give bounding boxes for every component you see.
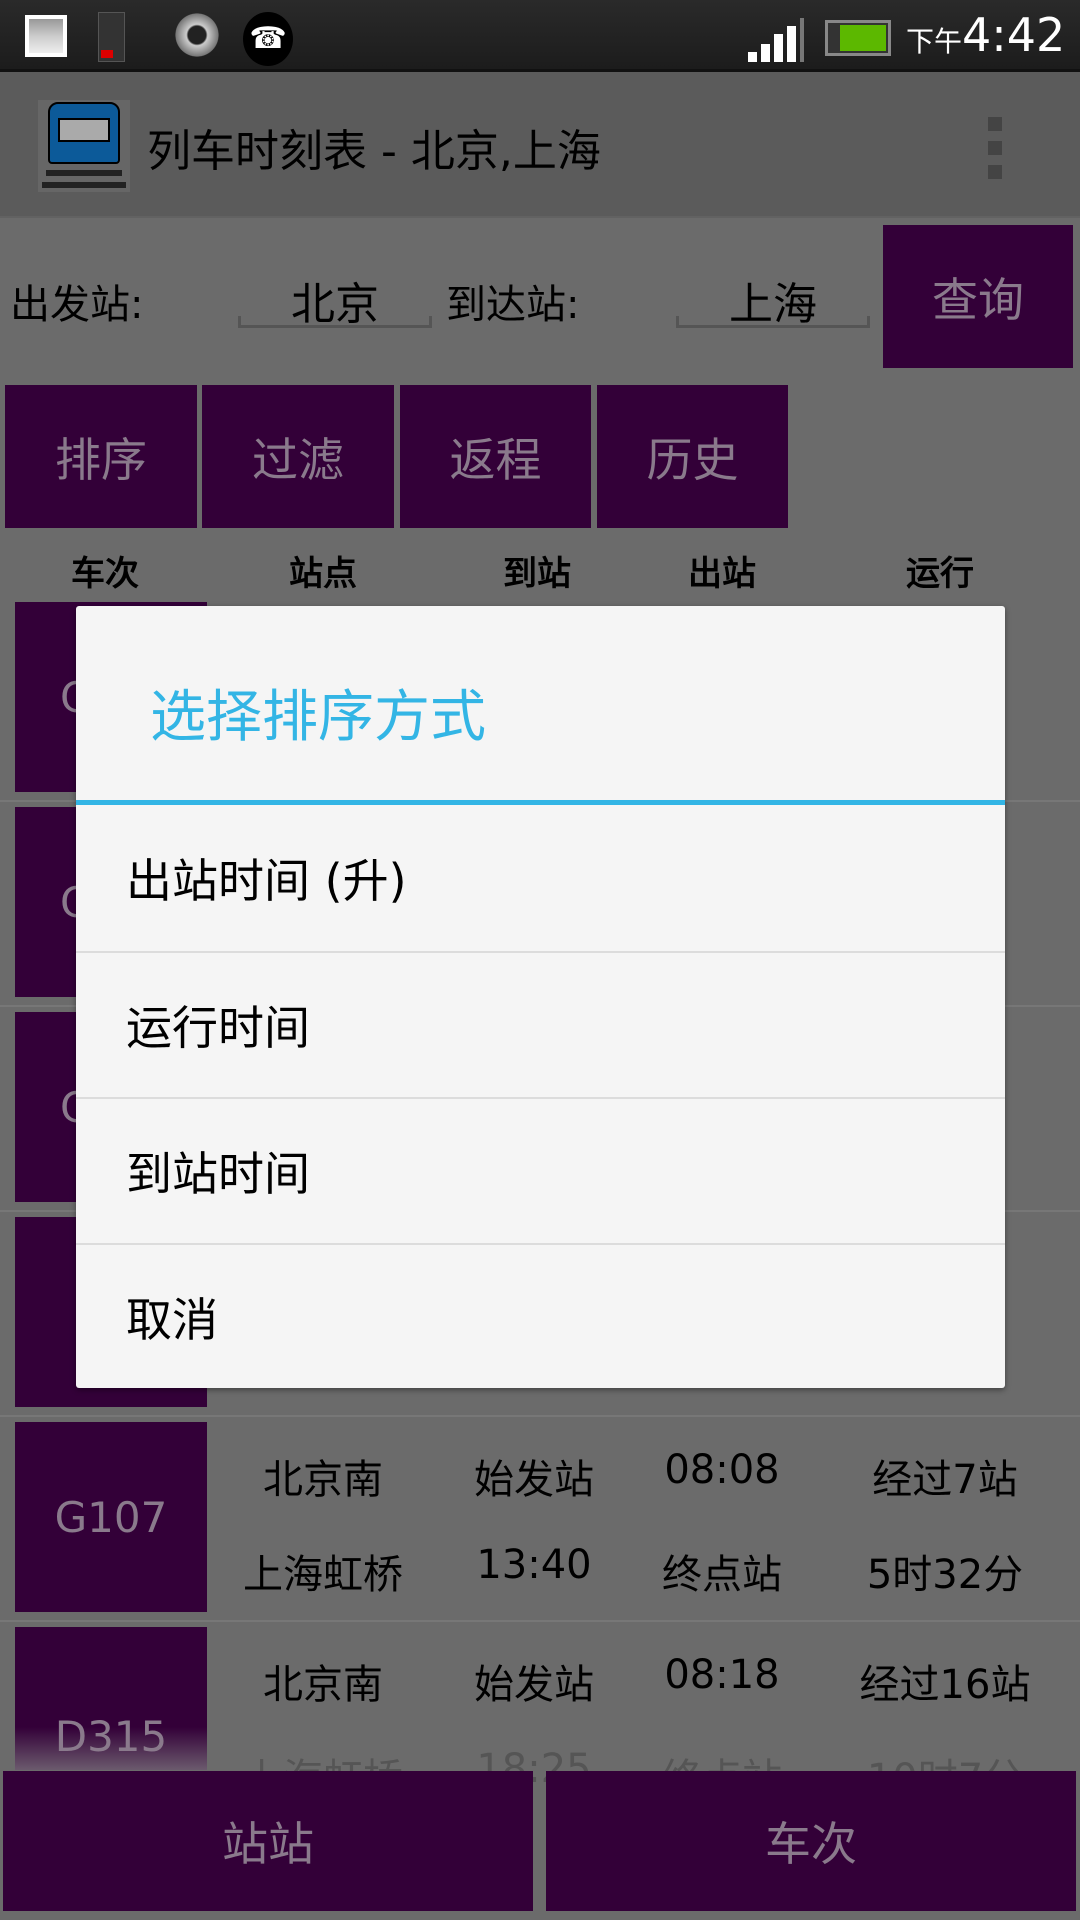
query-button[interactable]: 查询 xyxy=(883,225,1073,368)
tab-train-number[interactable]: 车次 xyxy=(546,1771,1076,1911)
run-time: 5时32分 xyxy=(866,1552,1024,1598)
from-station-input[interactable]: 北京 xyxy=(238,268,432,330)
arrive-time: 始发站 xyxy=(474,1662,594,1708)
row-divider xyxy=(0,1620,1080,1622)
sort-dialog: 选择排序方式 出站时间 (升) 运行时间 到站时间 取消 xyxy=(76,606,1005,1388)
station-from: 北京南 xyxy=(263,1662,383,1708)
station-to: 上海虹桥 xyxy=(243,1552,403,1598)
settings-gear-icon xyxy=(172,10,222,60)
header-train-no: 车次 xyxy=(71,554,139,594)
filter-button[interactable]: 过滤 xyxy=(202,385,394,528)
status-bar: ☎ 下午4:42 xyxy=(0,0,1080,72)
train-code-button[interactable]: G107 xyxy=(15,1422,207,1612)
depart-time: 08:18 xyxy=(664,1652,780,1698)
run-stops: 经过16站 xyxy=(859,1662,1031,1708)
return-trip-button[interactable]: 返程 xyxy=(400,385,591,528)
from-label: 出发站: xyxy=(10,282,144,328)
sort-option-depart-time[interactable]: 出站时间 (升) xyxy=(76,805,1005,951)
header-arrive: 到站 xyxy=(503,554,571,594)
train-app-icon xyxy=(38,100,130,192)
train-code-button[interactable]: D315 xyxy=(15,1627,207,1770)
sort-option-run-time[interactable]: 运行时间 xyxy=(76,951,1005,1097)
arrive-time: 13:40 xyxy=(476,1542,592,1588)
depart-time: 08:08 xyxy=(664,1447,780,1493)
sort-option-arrive-time[interactable]: 到站时间 xyxy=(76,1097,1005,1243)
dialog-title: 选择排序方式 xyxy=(150,685,486,750)
header-duration: 运行 xyxy=(906,554,974,594)
recorder-icon xyxy=(98,12,125,62)
station-from: 北京南 xyxy=(263,1457,383,1503)
header-depart: 出站 xyxy=(688,554,756,594)
gallery-icon xyxy=(25,15,67,57)
phone-icon: ☎ xyxy=(243,12,293,66)
clock: 下午4:42 xyxy=(906,8,1066,62)
to-station-input[interactable]: 上海 xyxy=(676,268,870,330)
history-button[interactable]: 历史 xyxy=(597,385,788,528)
to-label: 到达站: xyxy=(446,282,580,328)
depart-time: 终点站 xyxy=(662,1552,782,1598)
row-divider xyxy=(0,1415,1080,1417)
app-title: 列车时刻表 - 北京,上海 xyxy=(147,126,601,177)
battery-icon xyxy=(825,20,891,56)
tab-station-to-station[interactable]: 站站 xyxy=(3,1771,533,1911)
run-stops: 经过7站 xyxy=(872,1457,1018,1503)
signal-icon xyxy=(748,18,804,62)
arrive-time: 始发站 xyxy=(474,1457,594,1503)
overflow-menu-icon[interactable] xyxy=(988,117,1002,179)
cancel-option[interactable]: 取消 xyxy=(76,1243,1005,1388)
sort-button[interactable]: 排序 xyxy=(5,385,197,528)
action-bar: 列车时刻表 - 北京,上海 xyxy=(0,72,1080,218)
header-station: 站点 xyxy=(289,554,357,594)
